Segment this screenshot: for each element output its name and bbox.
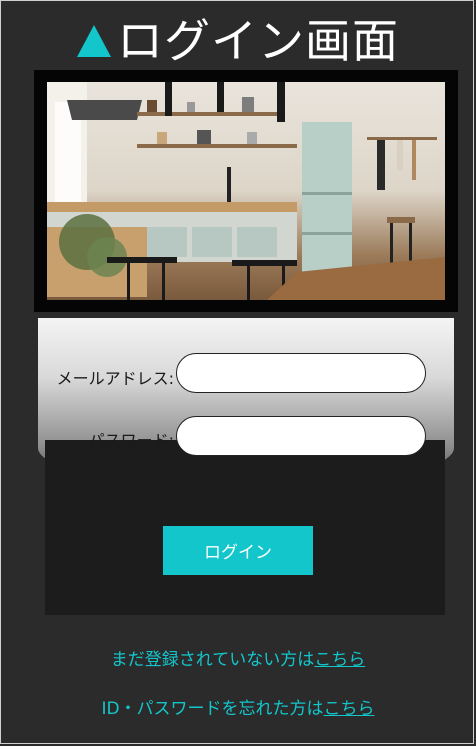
register-text: まだ登録されていない方は [110,650,315,670]
forgot-link[interactable]: こちら [324,699,375,719]
email-label: メールアドレス: [56,369,174,388]
register-link[interactable]: こちら [314,650,365,670]
password-field[interactable] [176,416,426,456]
kitchen-photo [47,82,445,300]
login-button[interactable]: ログイン [163,526,313,575]
forgot-text: ID・パスワードを忘れた方は [101,699,324,719]
triangle-icon [77,25,111,57]
password-label: パスワード: [88,431,174,450]
kitchen-illustration [47,82,445,300]
hero-image-frame [34,70,458,312]
page-title-text: ログイン画面 [117,14,399,68]
email-field[interactable] [176,353,426,393]
forgot-line: ID・パスワードを忘れた方はこちら [0,694,476,719]
page-title: ログイン画面 [0,6,476,70]
register-line: まだ登録されていない方はこちら [0,645,476,670]
